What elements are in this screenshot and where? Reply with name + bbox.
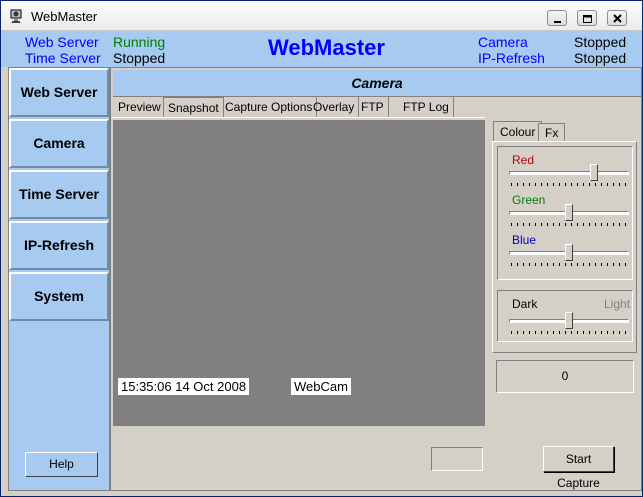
ip-refresh-status-value: Stopped	[574, 50, 627, 66]
light-label: Light	[604, 297, 631, 311]
blue-slider-ticks	[511, 263, 627, 266]
sidebar-item-camera[interactable]: Camera	[9, 119, 109, 168]
tab-capture-options[interactable]: Capture Options	[221, 97, 318, 117]
tab-ftp[interactable]: FTP	[357, 97, 389, 117]
sidebar-item-ip-refresh[interactable]: IP-Refresh	[9, 221, 109, 270]
sidebar-item-time-server[interactable]: Time Server	[9, 170, 109, 219]
help-button[interactable]: Help	[25, 452, 98, 477]
tab-colour[interactable]: Colour	[493, 121, 543, 142]
title-bar[interactable]: WebMaster	[1, 1, 642, 31]
red-slider-thumb[interactable]	[590, 164, 598, 181]
camera-status-value: Stopped	[574, 34, 627, 50]
maximize-icon	[583, 15, 592, 23]
maximize-button[interactable]	[577, 10, 597, 26]
red-slider[interactable]	[509, 164, 629, 186]
tab-overlay[interactable]: Overlay	[309, 97, 360, 117]
tab-snapshot[interactable]: Snapshot	[163, 97, 224, 117]
section-title: Camera	[113, 70, 641, 97]
overlay-caption: WebCam	[291, 378, 351, 395]
brightness-slider[interactable]	[509, 312, 629, 334]
time-server-status-value: Stopped	[113, 50, 166, 66]
app-title: WebMaster	[268, 35, 385, 60]
ip-refresh-status-label: IP-Refresh	[478, 50, 545, 66]
dark-label: Dark	[512, 297, 538, 311]
close-icon	[613, 14, 622, 23]
tab-fx[interactable]: Fx	[538, 123, 566, 141]
sidebar-item-web-server[interactable]: Web Server	[9, 68, 109, 117]
main-window: WebMaster Web Server Running Time Server…	[0, 0, 643, 497]
sidebar-item-system[interactable]: System	[9, 272, 109, 321]
tab-ftp-log[interactable]: FTP Log	[399, 97, 454, 117]
sidebar: Web Server Camera Time Server IP-Refresh…	[8, 67, 110, 491]
green-slider-ticks	[511, 223, 627, 226]
webcam-app-icon	[10, 9, 22, 23]
value-display: 0	[496, 360, 634, 393]
brightness-slider-ticks	[511, 331, 627, 334]
minimize-icon	[554, 21, 561, 23]
overlay-timestamp: 15:35:06 14 Oct 2008	[118, 378, 250, 395]
blue-slider[interactable]	[509, 244, 629, 266]
minimize-button[interactable]	[547, 10, 567, 26]
red-slider-ticks	[511, 183, 627, 186]
brightness-slider-thumb[interactable]	[565, 312, 573, 329]
green-slider-thumb[interactable]	[565, 204, 573, 221]
tab-divider	[112, 117, 485, 118]
blue-slider-thumb[interactable]	[565, 244, 573, 261]
capture-status-box	[431, 447, 483, 471]
start-capture-button[interactable]: Start Capture	[543, 446, 614, 490]
green-slider[interactable]	[509, 204, 629, 226]
close-button[interactable]	[607, 10, 627, 26]
web-server-status-label: Web Server	[25, 34, 99, 50]
web-server-status-value: Running	[113, 34, 166, 50]
tab-preview[interactable]: Preview	[114, 97, 166, 117]
camera-status-label: Camera	[478, 34, 528, 50]
window-title: WebMaster	[31, 9, 98, 24]
time-server-status-label: Time Server	[25, 50, 101, 66]
red-slider-track	[509, 171, 629, 175]
